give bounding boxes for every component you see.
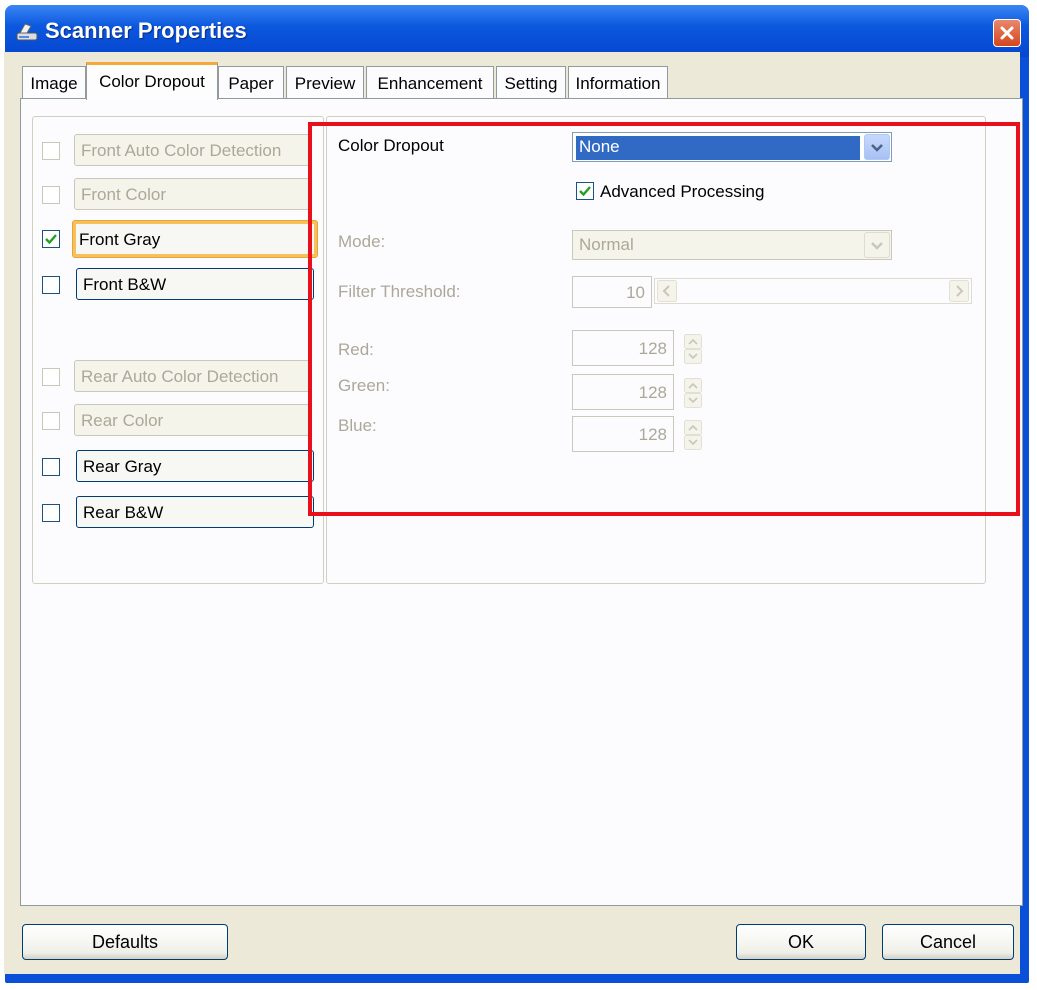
rear-bw-button[interactable]: Rear B&W xyxy=(76,496,314,528)
close-button[interactable] xyxy=(993,19,1021,47)
defaults-button[interactable]: Defaults xyxy=(22,924,228,960)
tab-information[interactable]: Information xyxy=(568,66,668,98)
front-color-button[interactable]: Front Color xyxy=(74,178,310,210)
rear-color-checkbox[interactable] xyxy=(42,412,60,430)
ok-button[interactable]: OK xyxy=(736,924,866,960)
cancel-button[interactable]: Cancel xyxy=(882,924,1014,960)
tab-setting[interactable]: Setting xyxy=(496,66,566,98)
tab-paper[interactable]: Paper xyxy=(218,66,284,98)
rear-bw-checkbox[interactable] xyxy=(42,504,60,522)
rear-auto-color-checkbox[interactable] xyxy=(42,368,60,386)
front-bw-button[interactable]: Front B&W xyxy=(76,268,314,300)
front-bw-checkbox[interactable] xyxy=(42,276,60,294)
scanner-icon xyxy=(16,23,38,41)
tab-color-dropout[interactable]: Color Dropout xyxy=(86,62,218,100)
close-icon xyxy=(1000,26,1014,40)
rear-auto-color-detection-button[interactable]: Rear Auto Color Detection xyxy=(74,360,310,392)
tab-preview[interactable]: Preview xyxy=(286,66,364,98)
rear-gray-button[interactable]: Rear Gray xyxy=(76,450,314,482)
front-auto-color-checkbox[interactable] xyxy=(42,142,60,160)
front-color-checkbox[interactable] xyxy=(42,186,60,204)
title-bar: Scanner Properties xyxy=(5,5,1029,57)
window-title: Scanner Properties xyxy=(45,18,247,43)
tab-enhancement[interactable]: Enhancement xyxy=(366,66,494,98)
rear-gray-checkbox[interactable] xyxy=(42,458,60,476)
front-gray-checkbox[interactable] xyxy=(42,230,60,248)
tab-image[interactable]: Image xyxy=(22,66,86,98)
front-gray-button[interactable]: Front Gray xyxy=(72,220,318,258)
rear-color-button[interactable]: Rear Color xyxy=(74,404,310,436)
front-auto-color-detection-button[interactable]: Front Auto Color Detection xyxy=(74,134,310,166)
checkmark-icon xyxy=(45,234,57,245)
annotation-highlight-box xyxy=(308,122,1020,516)
